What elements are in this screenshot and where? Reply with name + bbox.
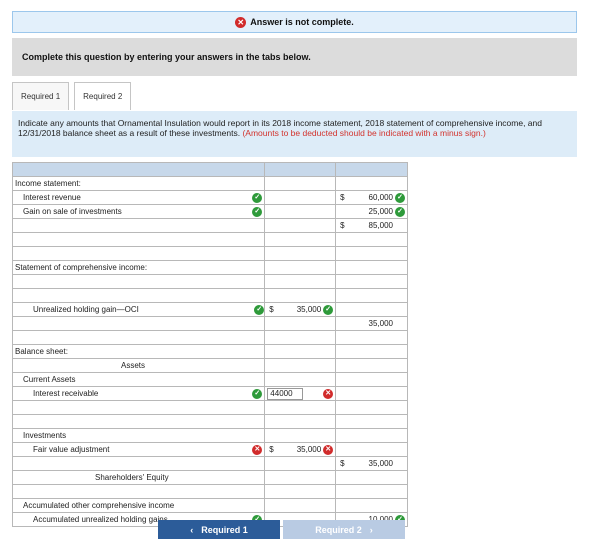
next-button-label: Required 2 [315, 524, 362, 535]
row-label[interactable]: Gain on sale of investments [23, 207, 122, 216]
table-row: Shareholders' Equity [11, 470, 408, 485]
table-row: Accumulated other comprehensive income [11, 498, 408, 513]
value-cell[interactable]: 35,000 [369, 319, 393, 328]
answer-status-banner: ✕ Answer is not complete. [12, 11, 577, 33]
table-row [11, 330, 408, 345]
table-row: Unrealized holding gain—OCI ✓ $35,000 ✓ [11, 302, 408, 317]
table-row: Income statement: [11, 176, 408, 191]
x-circle-icon: ✕ [323, 388, 334, 399]
table-row [11, 400, 408, 415]
table-row [11, 288, 408, 303]
row-label[interactable]: Current Assets [11, 372, 266, 387]
table-row: Statement of comprehensive income: [11, 260, 408, 275]
chevron-left-icon: ‹ [190, 524, 194, 535]
table-row [11, 414, 408, 429]
check-icon: ✓ [252, 388, 263, 399]
value-cell[interactable]: 35,000 [297, 445, 321, 454]
check-icon: ✓ [395, 192, 405, 203]
x-circle-icon: ✕ [235, 16, 247, 28]
table-row: 35,000 [11, 316, 408, 331]
check-icon: ✓ [395, 206, 405, 217]
prev-button[interactable]: ‹ Required 1 [158, 520, 280, 539]
value-cell[interactable]: 25,000 [369, 207, 393, 216]
row-label[interactable]: Fair value adjustment [33, 445, 109, 454]
table-row: $85,000 [11, 218, 408, 233]
table-row: Balance sheet: [11, 344, 408, 359]
table-row [11, 274, 408, 289]
value-cell[interactable]: 35,000 [297, 305, 321, 314]
check-icon: ✓ [254, 304, 265, 315]
table-row: $35,000 [11, 456, 408, 471]
row-label[interactable]: Accumulated unrealized holding gains [33, 515, 168, 524]
interest-receivable-input[interactable]: 44000 [267, 387, 304, 400]
prev-button-label: Required 1 [201, 524, 248, 535]
next-button[interactable]: Required 2 › [283, 520, 405, 539]
table-row: Interest revenue ✓ $60,000 ✓ [11, 190, 408, 205]
question-panel: Indicate any amounts that Ornamental Ins… [12, 111, 577, 157]
subheading: Shareholders' Equity [11, 470, 266, 485]
section-label: Income statement: [11, 176, 266, 191]
tab-bar: Required 1 Required 2 [12, 82, 136, 110]
value-cell[interactable]: 35,000 [369, 459, 393, 468]
answer-status-text: Answer is not complete. [250, 17, 354, 27]
value-cell[interactable]: 60,000 [369, 193, 393, 202]
check-icon: ✓ [323, 304, 334, 315]
table-row: Interest receivable ✓ 44000 ✕ [11, 386, 408, 401]
x-circle-icon: ✕ [323, 444, 334, 455]
table-row: Assets [11, 358, 408, 373]
x-circle-icon: ✕ [252, 444, 263, 455]
table-row: Gain on sale of investments ✓ 25,000 ✓ [11, 204, 408, 219]
chevron-right-icon: › [369, 524, 373, 535]
row-label[interactable]: Interest receivable [33, 389, 98, 398]
currency-symbol: $ [340, 193, 345, 202]
table-row [11, 484, 408, 499]
table-row: Fair value adjustment ✕ $35,000 ✕ [11, 442, 408, 457]
currency-symbol: $ [269, 305, 274, 314]
table-row: Current Assets [11, 372, 408, 387]
tab-required-2[interactable]: Required 2 [74, 82, 132, 110]
row-label[interactable]: Interest revenue [23, 193, 81, 202]
row-label[interactable]: Unrealized holding gain—OCI [33, 305, 139, 314]
section-label: Statement of comprehensive income: [11, 260, 266, 275]
table-header-row [11, 162, 408, 177]
currency-symbol: $ [340, 221, 345, 230]
table-row [11, 232, 408, 247]
subheading: Assets [11, 358, 266, 373]
tab-required-1[interactable]: Required 1 [12, 82, 70, 110]
instruction-bar: Complete this question by entering your … [12, 38, 577, 76]
check-icon: ✓ [252, 206, 263, 217]
currency-symbol: $ [340, 459, 345, 468]
check-icon: ✓ [252, 192, 263, 203]
table-row [11, 246, 408, 261]
row-label[interactable]: Investments [11, 428, 266, 443]
table-row: Investments [11, 428, 408, 443]
value-cell[interactable]: 85,000 [369, 221, 393, 230]
currency-symbol: $ [269, 445, 274, 454]
instruction-text: Complete this question by entering your … [22, 52, 311, 62]
question-note: (Amounts to be deducted should be indica… [242, 128, 486, 138]
answer-table: Income statement: Interest revenue ✓ $60,… [11, 162, 408, 527]
row-label[interactable]: Accumulated other comprehensive income [11, 498, 266, 513]
section-label: Balance sheet: [11, 344, 266, 359]
